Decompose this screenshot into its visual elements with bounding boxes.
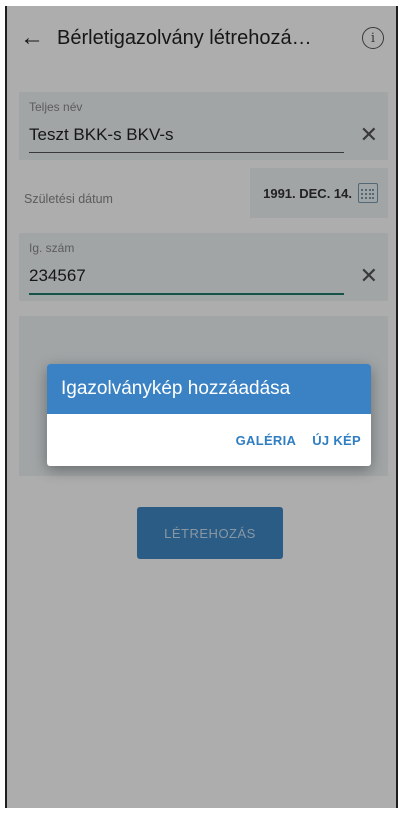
dialog-title: Igazolványkép hozzáadása — [47, 364, 371, 414]
app-screen: ← Bérletigazolvány létrehozá… i Teljes n… — [5, 6, 398, 808]
add-photo-dialog: Igazolványkép hozzáadása GALÉRIA ÚJ KÉP — [47, 364, 371, 466]
new-photo-button[interactable]: ÚJ KÉP — [312, 433, 361, 448]
gallery-button[interactable]: GALÉRIA — [236, 433, 297, 448]
dialog-actions: GALÉRIA ÚJ KÉP — [47, 414, 371, 466]
